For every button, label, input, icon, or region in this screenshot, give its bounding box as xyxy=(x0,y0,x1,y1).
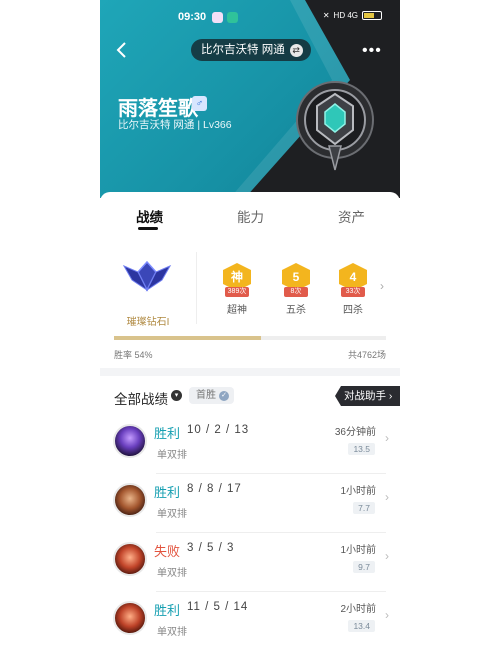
row-divider xyxy=(156,591,386,592)
match-kda: 3 / 5 / 3 xyxy=(187,542,235,554)
status-time: 09:30 xyxy=(178,11,207,23)
row-divider xyxy=(156,532,386,533)
champion-avatar xyxy=(113,424,147,458)
first-win-label: 首胜 xyxy=(196,390,216,401)
server-switcher[interactable]: 比尔吉沃特 网通 ⇄ xyxy=(191,39,311,61)
match-result: 胜利 xyxy=(154,426,181,441)
phone-screen: 09:30 ✕ HD 4G 比尔吉沃特 网通 ⇄ ••• 雨落笙歌 ♂ 比尔吉沃… xyxy=(100,0,400,655)
match-time: 1小时前 xyxy=(340,486,376,497)
row-divider xyxy=(156,473,386,474)
match-time: 1小时前 xyxy=(340,545,376,556)
honor-label: 超神 xyxy=(227,305,247,316)
match-score: 13.4 xyxy=(348,620,375,632)
notification-shield-icon xyxy=(227,12,238,23)
rank-frame-avatar[interactable] xyxy=(295,80,375,176)
match-kda: 11 / 5 / 14 xyxy=(187,601,249,613)
tab-record[interactable]: 战绩 xyxy=(136,206,163,226)
chevron-right-icon: › xyxy=(385,608,389,622)
profile-header: 09:30 ✕ HD 4G 比尔吉沃特 网通 ⇄ ••• 雨落笙歌 ♂ 比尔吉沃… xyxy=(100,0,400,198)
all-matches-dropdown[interactable]: 全部战绩 xyxy=(114,388,168,408)
match-mode: 单双排 xyxy=(157,568,187,579)
tab-assets[interactable]: 资产 xyxy=(338,206,365,226)
section-divider xyxy=(100,368,400,376)
honor-pentakill[interactable]: 5 8次 五杀 xyxy=(276,263,316,316)
honor-label: 四杀 xyxy=(343,305,363,316)
win-rate-bar xyxy=(114,336,386,340)
more-icon[interactable]: ••• xyxy=(362,42,382,60)
swap-icon: ⇄ xyxy=(289,43,303,57)
battle-assistant-button[interactable]: 对战助手 › xyxy=(335,386,400,406)
status-indicators: ✕ HD 4G xyxy=(323,11,382,20)
match-mode: 单双排 xyxy=(157,450,187,461)
rank-tier-label: 璀璨钻石I xyxy=(126,317,170,328)
win-rate-fill xyxy=(114,336,261,340)
chevron-right-icon[interactable]: › xyxy=(380,279,384,293)
win-rate-label: 胜率 54% xyxy=(114,350,153,360)
first-win-filter[interactable]: 首胜 ✓ xyxy=(189,387,234,404)
mute-icon: ✕ xyxy=(322,11,330,20)
tab-ability[interactable]: 能力 xyxy=(237,206,264,226)
honor-badge-icon: 4 33次 xyxy=(339,263,367,297)
honor-count: 389次 xyxy=(225,287,249,297)
honor-badge-icon: 神 389次 xyxy=(223,263,251,297)
diamond-rank-icon[interactable] xyxy=(122,260,172,294)
chevron-right-icon: › xyxy=(385,490,389,504)
champion-avatar xyxy=(113,483,147,517)
honor-count: 8次 xyxy=(284,287,308,297)
match-row[interactable]: 胜利 11 / 5 / 14 单双排 2小时前 13.4 › xyxy=(100,593,400,651)
match-time: 36分钟前 xyxy=(334,427,376,438)
champion-avatar xyxy=(113,601,147,635)
battery-icon xyxy=(362,11,382,20)
tab-bar: 战绩 能力 资产 xyxy=(100,192,400,238)
champion-avatar xyxy=(113,542,147,576)
player-server-level: 比尔吉沃特 网通 | Lv366 xyxy=(118,119,232,131)
match-row[interactable]: 失败 3 / 5 / 3 单双排 1小时前 9.7 › xyxy=(100,534,400,592)
back-icon[interactable] xyxy=(112,40,132,60)
match-result: 失败 xyxy=(154,544,181,559)
match-score: 7.7 xyxy=(353,502,375,514)
match-score: 13.5 xyxy=(348,443,375,455)
match-row[interactable]: 胜利 8 / 8 / 17 单双排 1小时前 7.7 › xyxy=(100,475,400,533)
honor-badge-icon: 5 8次 xyxy=(282,263,310,297)
honor-label: 五杀 xyxy=(286,305,306,316)
match-mode: 单双排 xyxy=(157,627,187,638)
total-games-label: 共4762场 xyxy=(347,350,386,360)
active-tab-indicator xyxy=(138,227,158,230)
battle-assistant-label: 对战助手 xyxy=(344,390,386,402)
chevron-right-icon: › xyxy=(385,549,389,563)
honor-count: 33次 xyxy=(341,287,365,297)
divider xyxy=(196,252,197,324)
match-list-header: 全部战绩 ▾ 首胜 ✓ 对战助手 › xyxy=(100,376,400,416)
notification-app-icon xyxy=(212,12,223,23)
server-name: 比尔吉沃特 网通 xyxy=(201,44,285,56)
honor-legendary[interactable]: 神 389次 超神 xyxy=(217,263,257,316)
match-time: 2小时前 xyxy=(340,604,376,615)
match-kda: 10 / 2 / 13 xyxy=(187,424,250,436)
match-result: 胜利 xyxy=(154,603,181,618)
honor-quadrakill[interactable]: 4 33次 四杀 xyxy=(333,263,373,316)
match-result: 胜利 xyxy=(154,485,181,500)
chevron-down-icon[interactable]: ▾ xyxy=(171,390,182,401)
check-icon: ✓ xyxy=(219,390,229,401)
match-row[interactable]: 胜利 10 / 2 / 13 单双排 36分钟前 13.5 › xyxy=(100,416,400,474)
match-mode: 单双排 xyxy=(157,509,187,520)
match-kda: 8 / 8 / 17 xyxy=(187,483,242,495)
match-score: 9.7 xyxy=(353,561,375,573)
rank-card: 璀璨钻石I 神 389次 超神 5 8次 五杀 4 33次 四杀 › 胜率 54… xyxy=(100,238,400,368)
chevron-right-icon: › xyxy=(385,431,389,445)
male-icon: ♂ xyxy=(192,96,207,111)
network-indicator: HD 4G xyxy=(333,11,358,20)
